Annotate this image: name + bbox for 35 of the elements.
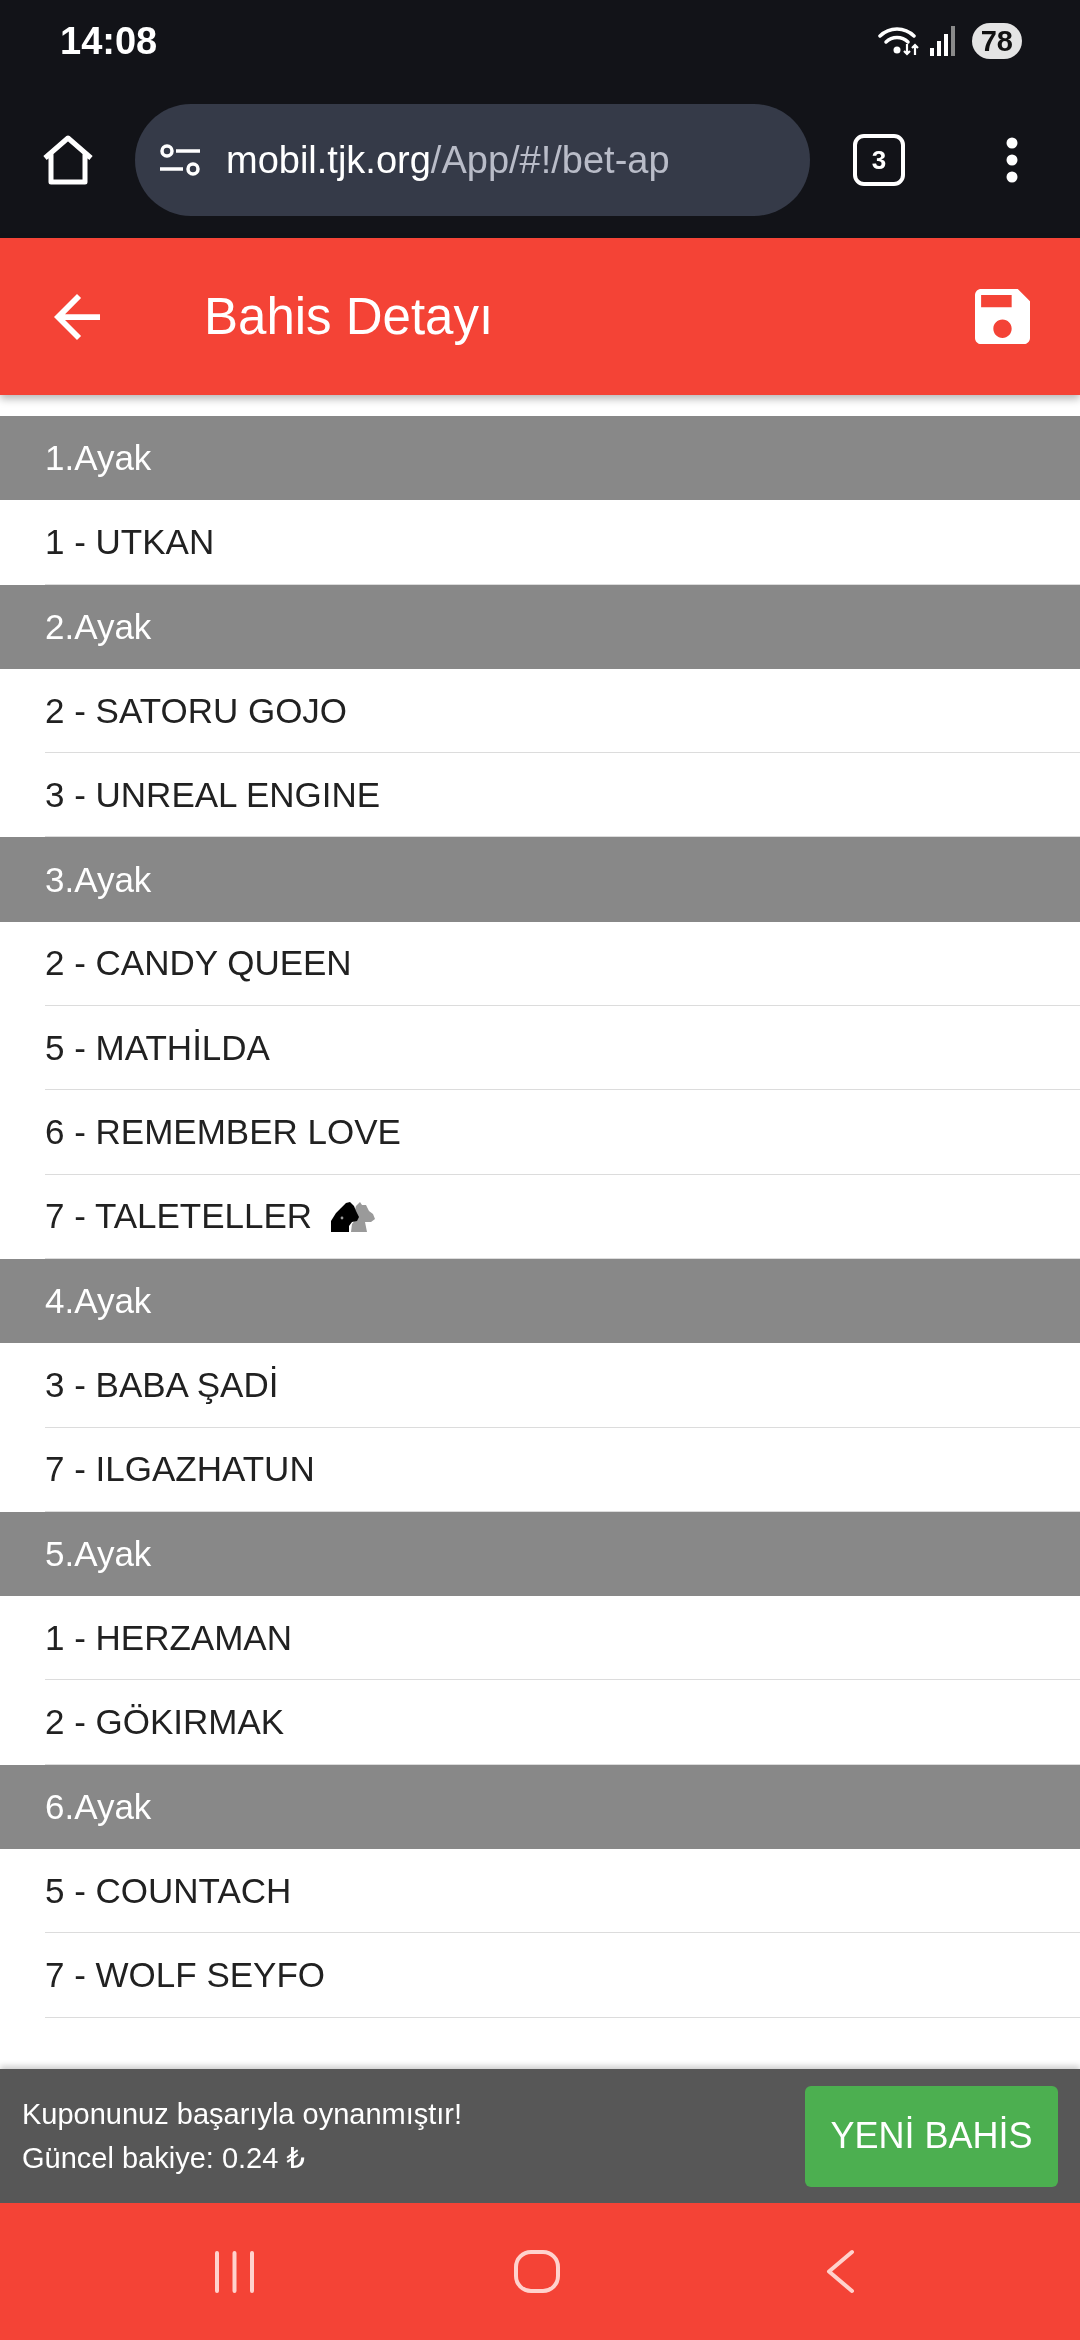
runner-name: 3 - BABA ŞADİ (45, 1364, 279, 1405)
runner-name: 5 - COUNTACH (45, 1870, 292, 1911)
tab-switcher-button[interactable]: 3 (853, 134, 905, 186)
clock-time: 14:08 (60, 19, 158, 63)
leg-header: 2.Ayak (0, 584, 1080, 669)
more-options-icon[interactable] (1006, 137, 1018, 183)
runner-name: 5 - MATHİLDA (45, 1027, 270, 1068)
save-icon[interactable] (975, 289, 1030, 344)
runner-name: 7 - ILGAZHATUN (45, 1449, 315, 1490)
screen-title: Bahis Detayı (204, 287, 494, 346)
wifi-icon (877, 26, 920, 56)
leg-header: 4.Ayak (0, 1258, 1080, 1344)
runner-name: 3 - UNREAL ENGINE (45, 774, 381, 815)
runner-name: 7 - TALETELLER (45, 1196, 313, 1237)
url-text: mobil.tjk.org/App/#!/bet-ap (226, 138, 670, 182)
tune-icon[interactable] (160, 143, 200, 177)
runner-name: 2 - SATORU GOJO (45, 690, 348, 731)
runner-name: 6 - REMEMBER LOVE (45, 1112, 401, 1152)
back-icon[interactable] (825, 2249, 855, 2294)
leg-header: 1.Ayak (0, 416, 1080, 501)
signal-icon (929, 26, 956, 56)
leg-header: 5.Ayak (0, 1511, 1080, 1597)
back-arrow-icon[interactable] (54, 293, 100, 340)
runner-name: 1 - HERZAMAN (45, 1617, 292, 1658)
runner-name: 1 - UTKAN (45, 521, 215, 562)
runner-name: 2 - CANDY QUEEN (45, 943, 352, 984)
recent-apps-icon[interactable] (214, 2250, 255, 2293)
runner-name: 2 - GÖKIRMAK (45, 1702, 285, 1743)
runner-name: 7 - WOLF SEYFO (45, 1955, 326, 1995)
battery-indicator: 78 (971, 23, 1022, 59)
success-message: Kuponunuz başarıyla oynanmıştır! (22, 2097, 463, 2131)
address-bar[interactable]: mobil.tjk.org/App/#!/bet-ap (135, 104, 810, 216)
balance-text: Güncel bakiye: 0.24 ₺ (22, 2140, 306, 2175)
leg-header: 3.Ayak (0, 837, 1080, 922)
leg-header: 6.Ayak (0, 1764, 1080, 1850)
